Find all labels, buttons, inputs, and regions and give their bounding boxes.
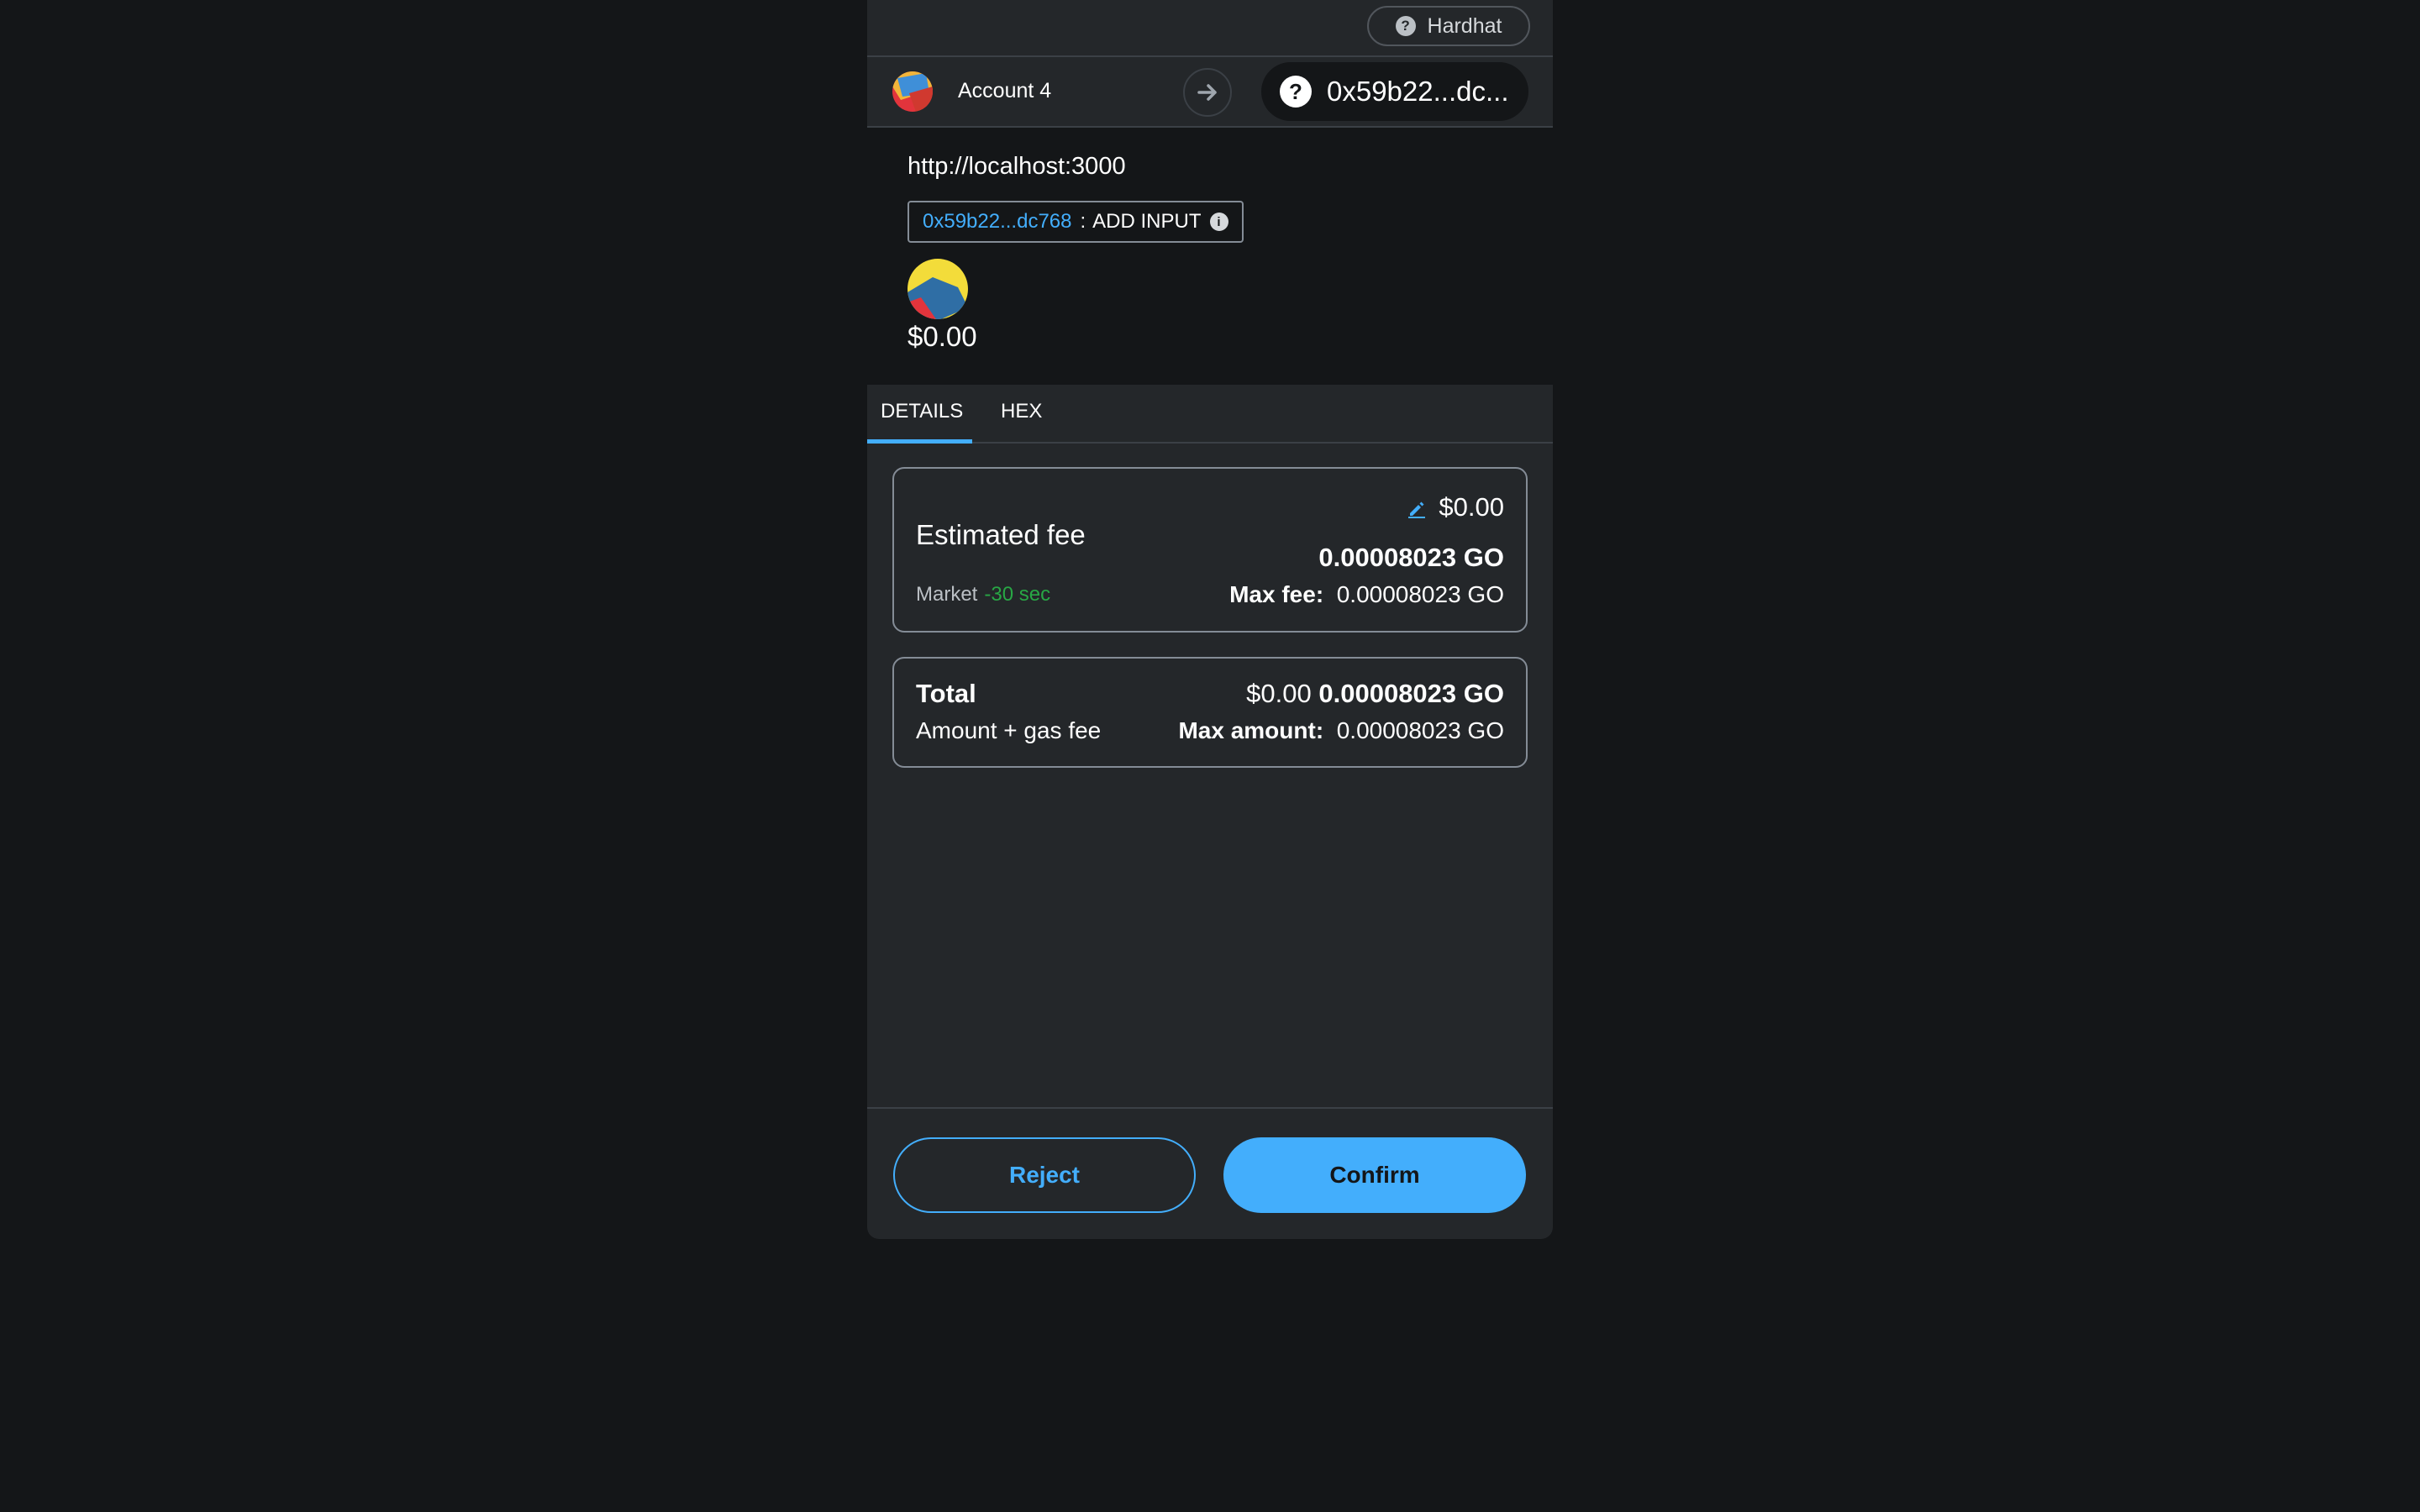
total-subtitle: Amount + gas fee <box>916 717 1102 743</box>
edit-gas-icon[interactable] <box>1407 499 1427 523</box>
total-label: Total <box>916 679 976 708</box>
gas-timing: Market -30 sec <box>916 583 1050 606</box>
gas-time-estimate: -30 sec <box>984 583 1051 606</box>
total-native: 0.00008023 GO <box>1318 679 1504 708</box>
question-icon: ? <box>1395 16 1416 36</box>
info-icon[interactable]: i <box>1209 213 1228 231</box>
transaction-summary: http://localhost:3000 0x59b22...dc768 : … <box>867 128 1553 385</box>
estimated-fee-card: Estimated fee $0.00 0.00008023 GO Market… <box>892 467 1528 633</box>
recipient-address-pill[interactable]: ? 0x59b22...dc... <box>1261 62 1528 121</box>
confirm-transaction-popup: ? Hardhat Account 4 ? 0x59b22...dc... ht… <box>867 0 1553 1239</box>
account-avatar <box>892 71 933 112</box>
origin-url: http://localhost:3000 <box>908 153 1126 180</box>
action-footer: Reject Confirm <box>867 1107 1553 1239</box>
total-card: Total Amount + gas fee $0.00 0.00008023 … <box>892 657 1528 768</box>
question-icon: ? <box>1280 76 1312 108</box>
gas-market-label[interactable]: Market <box>916 583 977 606</box>
max-fee-value: 0.00008023 GO <box>1336 581 1504 607</box>
method-separator: : <box>1080 210 1086 233</box>
tab-details[interactable]: DETAILS <box>881 400 963 423</box>
estimated-fee-fiat: $0.00 <box>1439 492 1504 522</box>
network-bar: ? Hardhat <box>867 0 1553 57</box>
network-label: Hardhat <box>1427 13 1502 38</box>
tab-hex[interactable]: HEX <box>1001 400 1042 423</box>
sender-account-name[interactable]: Account 4 <box>958 79 1051 103</box>
max-fee-label: Max fee: <box>1229 581 1324 607</box>
transaction-fiat-value: $0.00 <box>908 321 977 352</box>
active-tab-indicator <box>867 439 972 444</box>
max-fee-row: Max fee: 0.00008023 GO <box>1229 581 1504 608</box>
max-amount-row: Max amount: 0.00008023 GO <box>1178 717 1504 744</box>
total-fiat: $0.00 <box>1246 679 1312 708</box>
contract-address-link[interactable]: 0x59b22...dc768 <box>923 210 1071 234</box>
max-amount-label: Max amount: <box>1178 717 1324 743</box>
method-badge: 0x59b22...dc768 : ADD INPUT i <box>908 201 1244 243</box>
network-selector[interactable]: ? Hardhat <box>1367 6 1530 46</box>
estimated-fee-native: 0.00008023 GO <box>1318 543 1504 572</box>
details-tabs: DETAILS HEX <box>867 385 1553 444</box>
recipient-address: 0x59b22...dc... <box>1327 76 1509 107</box>
token-avatar <box>908 259 968 319</box>
total-value-row: $0.00 0.00008023 GO <box>1246 679 1504 709</box>
confirm-button[interactable]: Confirm <box>1223 1137 1526 1213</box>
arrow-right-icon <box>1183 68 1232 117</box>
method-name: ADD INPUT <box>1092 210 1202 233</box>
max-amount-value: 0.00008023 GO <box>1336 717 1504 743</box>
sender-recipient-bar: Account 4 ? 0x59b22...dc... <box>867 57 1553 128</box>
estimated-fee-label: Estimated fee <box>916 519 1086 550</box>
reject-button[interactable]: Reject <box>893 1137 1196 1213</box>
